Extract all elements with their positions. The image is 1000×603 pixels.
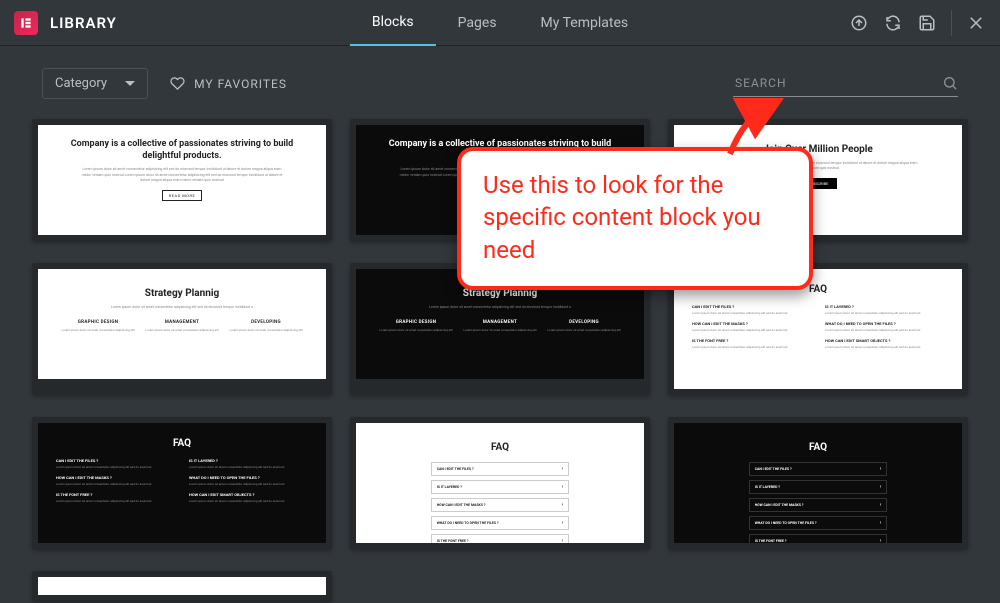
tab-pages[interactable]: Pages	[436, 0, 519, 46]
sync-icon[interactable]	[883, 13, 903, 33]
search-icon	[942, 75, 958, 91]
filter-toolbar: Category MY FAVORITES	[0, 46, 1000, 109]
header-bar: LIBRARY Blocks Pages My Templates	[0, 0, 1000, 46]
my-favorites-label: MY FAVORITES	[194, 77, 287, 91]
heart-icon	[170, 76, 185, 91]
template-card[interactable]: FAQCAN I EDIT THE FILES ?IS IT LAYERED ?…	[668, 417, 968, 549]
search-input[interactable]	[733, 70, 942, 96]
template-card[interactable]: FAQCAN I EDIT THE FILES ?IS IT LAYERED ?…	[350, 417, 650, 549]
header-title: LIBRARY	[50, 14, 117, 32]
category-select-label: Category	[55, 76, 107, 91]
upload-icon[interactable]	[849, 13, 869, 33]
tab-blocks[interactable]: Blocks	[350, 0, 436, 46]
close-icon[interactable]	[966, 13, 986, 33]
annotation-text: Use this to look for the specific conten…	[483, 169, 787, 266]
template-card[interactable]: Company is a collective of passionates s…	[32, 119, 332, 241]
annotation-callout: Use this to look for the specific conten…	[457, 147, 813, 290]
save-icon[interactable]	[917, 13, 937, 33]
header-actions	[849, 10, 986, 36]
separator	[951, 10, 952, 36]
chevron-down-icon	[125, 81, 135, 86]
template-card[interactable]	[32, 571, 332, 601]
template-card[interactable]: Strategy PlannigLorem ipsum dolor sit am…	[32, 263, 332, 395]
my-favorites-button[interactable]: MY FAVORITES	[170, 76, 287, 91]
category-select[interactable]: Category	[42, 68, 148, 99]
tab-my-templates[interactable]: My Templates	[519, 0, 651, 46]
elementor-logo-icon	[14, 11, 38, 35]
template-card[interactable]: FAQCAN I EDIT THE FILES ?Lorem ipsum dol…	[32, 417, 332, 549]
header-tabs: Blocks Pages My Templates	[350, 0, 650, 46]
search-field[interactable]	[733, 70, 958, 97]
